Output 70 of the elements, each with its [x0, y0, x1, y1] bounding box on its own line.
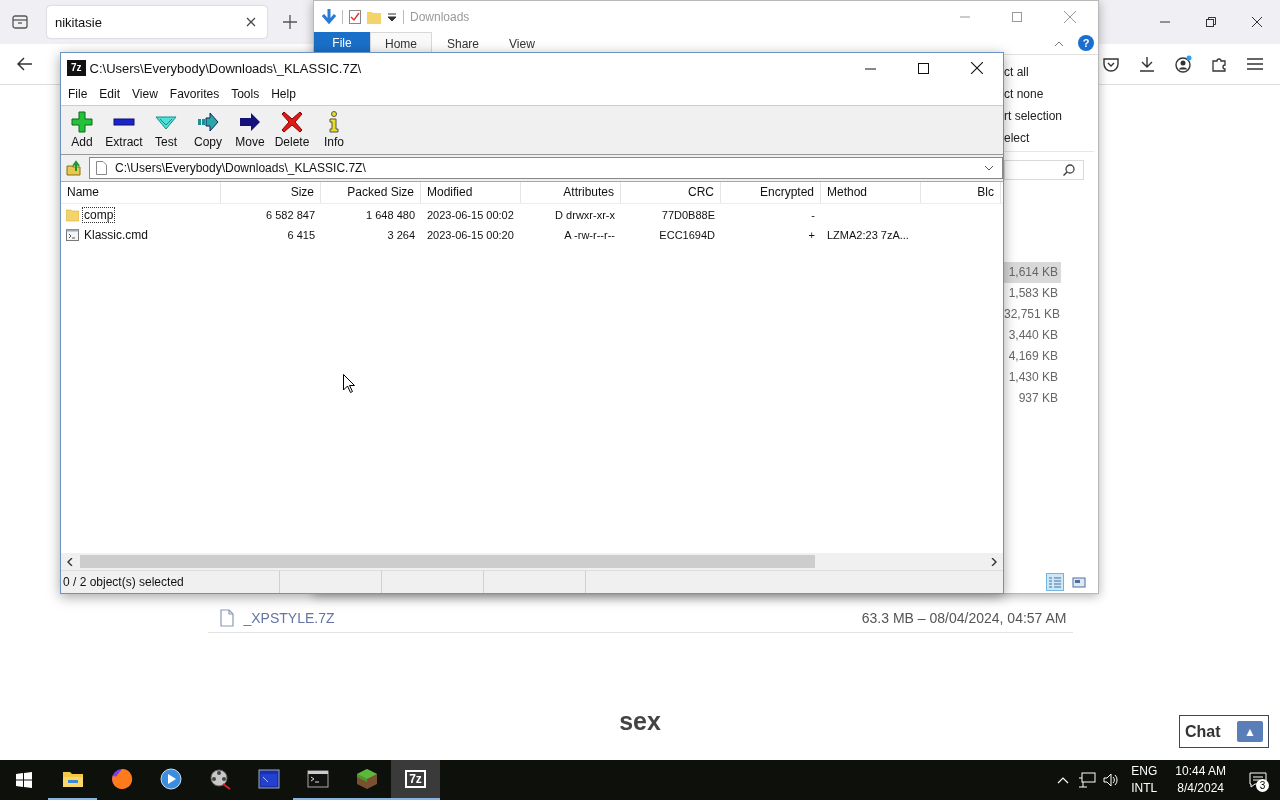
column-header[interactable]: Name: [61, 182, 221, 203]
ribbon-command[interactable]: rt selection: [1004, 105, 1094, 127]
file-name[interactable]: comp: [82, 207, 116, 223]
column-header[interactable]: Blc: [921, 182, 1001, 203]
table-cell-text: 2023-06-15 00:20: [426, 229, 515, 241]
help-button[interactable]: ?: [1078, 35, 1094, 51]
toolbar-button[interactable]: Test: [145, 107, 187, 153]
table-cell-text: 6 415: [286, 229, 316, 241]
table-cell-text: ECC1694D: [658, 229, 716, 241]
size-cell-text: 4,169 KB: [1007, 348, 1059, 365]
caret-icon: ▲: [1237, 721, 1263, 742]
app-logo: 7z: [68, 61, 85, 75]
table-cell-text: A -rw-r--r--: [563, 229, 616, 241]
column-header[interactable]: Method: [821, 182, 921, 203]
toolbar-button[interactable]: Extract: [103, 107, 145, 153]
toolbar-button[interactable]: Copy: [187, 107, 229, 153]
toolbar-button[interactable]: Add: [61, 107, 103, 153]
notifications-button[interactable]: 3: [1236, 760, 1280, 800]
address-field[interactable]: C:\Users\Everybody\Downloads\_KLASSIC.7Z\: [89, 157, 1003, 179]
size-cell-text: 32,751 KB: [1004, 306, 1061, 323]
file-tab[interactable]: File: [314, 32, 370, 54]
tab-title: nikitasie: [55, 14, 103, 30]
size-cell-text: 1,430 KB: [1007, 369, 1059, 386]
table-cell-text: D drwxr-xr-x: [554, 209, 616, 221]
table-cell-text: 2023-06-15 00:02: [426, 209, 515, 221]
file-details: 63.3 MB – 08/04/2024, 04:57 AM: [861, 609, 1067, 626]
ribbon-command[interactable]: ct none: [1004, 83, 1094, 105]
status-text: 0 / 2 object(s) selected: [61, 571, 280, 593]
column-header[interactable]: Encrypted: [721, 182, 821, 203]
menu-item[interactable]: Tools: [225, 84, 266, 104]
toolbar-button[interactable]: Move: [229, 107, 271, 153]
toolbar-button[interactable]: Delete: [271, 107, 313, 153]
table-cell-text: +: [807, 229, 816, 241]
table-cell-text: 6 582 847: [265, 209, 316, 221]
notification-count: 3: [1256, 779, 1269, 792]
ribbon-command[interactable]: elect: [1004, 127, 1094, 149]
window-title: C:\Users\Everybody\Downloads\_KLASSIC.7Z\: [89, 60, 362, 76]
taskbar-button[interactable]: 7z: [391, 760, 440, 800]
clock[interactable]: 10:44 AM 8/4/2024: [1165, 760, 1236, 800]
menu-item[interactable]: Edit: [93, 84, 127, 104]
table-cell-text: 77D0B88E: [660, 209, 716, 221]
browser-tab[interactable]: nikitasie: [47, 6, 267, 38]
ribbon-tab[interactable]: Home: [370, 32, 432, 54]
size-cell-text: 1,583 KB: [1007, 285, 1059, 302]
ribbon-tab[interactable]: View: [494, 32, 550, 54]
column-header[interactable]: Size: [221, 182, 321, 203]
menu-item[interactable]: Favorites: [163, 84, 226, 104]
page-heading: sex: [619, 707, 661, 736]
menu-item[interactable]: File: [62, 84, 94, 104]
chat-button[interactable]: Chat ▲: [1179, 715, 1269, 748]
table-cell-text: 1 648 480: [365, 209, 416, 221]
ribbon-command[interactable]: ct all: [1004, 61, 1094, 83]
table-cell-text: 3 264: [386, 229, 416, 241]
menu-item[interactable]: View: [126, 84, 164, 104]
size-cell: 1,614 KB: [1004, 262, 1061, 283]
table-cell-text: -: [810, 209, 816, 221]
column-header[interactable]: Packed Size: [321, 182, 421, 203]
column-header[interactable]: CRC: [621, 182, 721, 203]
ribbon-tab[interactable]: Share: [432, 32, 495, 54]
file-link[interactable]: _XPSTYLE.7Z: [243, 609, 335, 626]
window-title: Downloads: [410, 9, 470, 24]
language-indicator[interactable]: ENG INTL: [1123, 760, 1166, 800]
file-name[interactable]: Klassic.cmd: [82, 227, 150, 243]
size-cell-text: 937 KB: [1017, 390, 1059, 407]
menu-item[interactable]: Help: [265, 84, 302, 104]
size-cell-text: 3,440 KB: [1007, 327, 1059, 344]
table-cell-text: LZMA2:23 7zA...: [826, 229, 910, 241]
column-header[interactable]: Modified: [421, 182, 521, 203]
toolbar-button[interactable]: Info: [313, 107, 355, 153]
column-header[interactable]: Attributes: [521, 182, 621, 203]
